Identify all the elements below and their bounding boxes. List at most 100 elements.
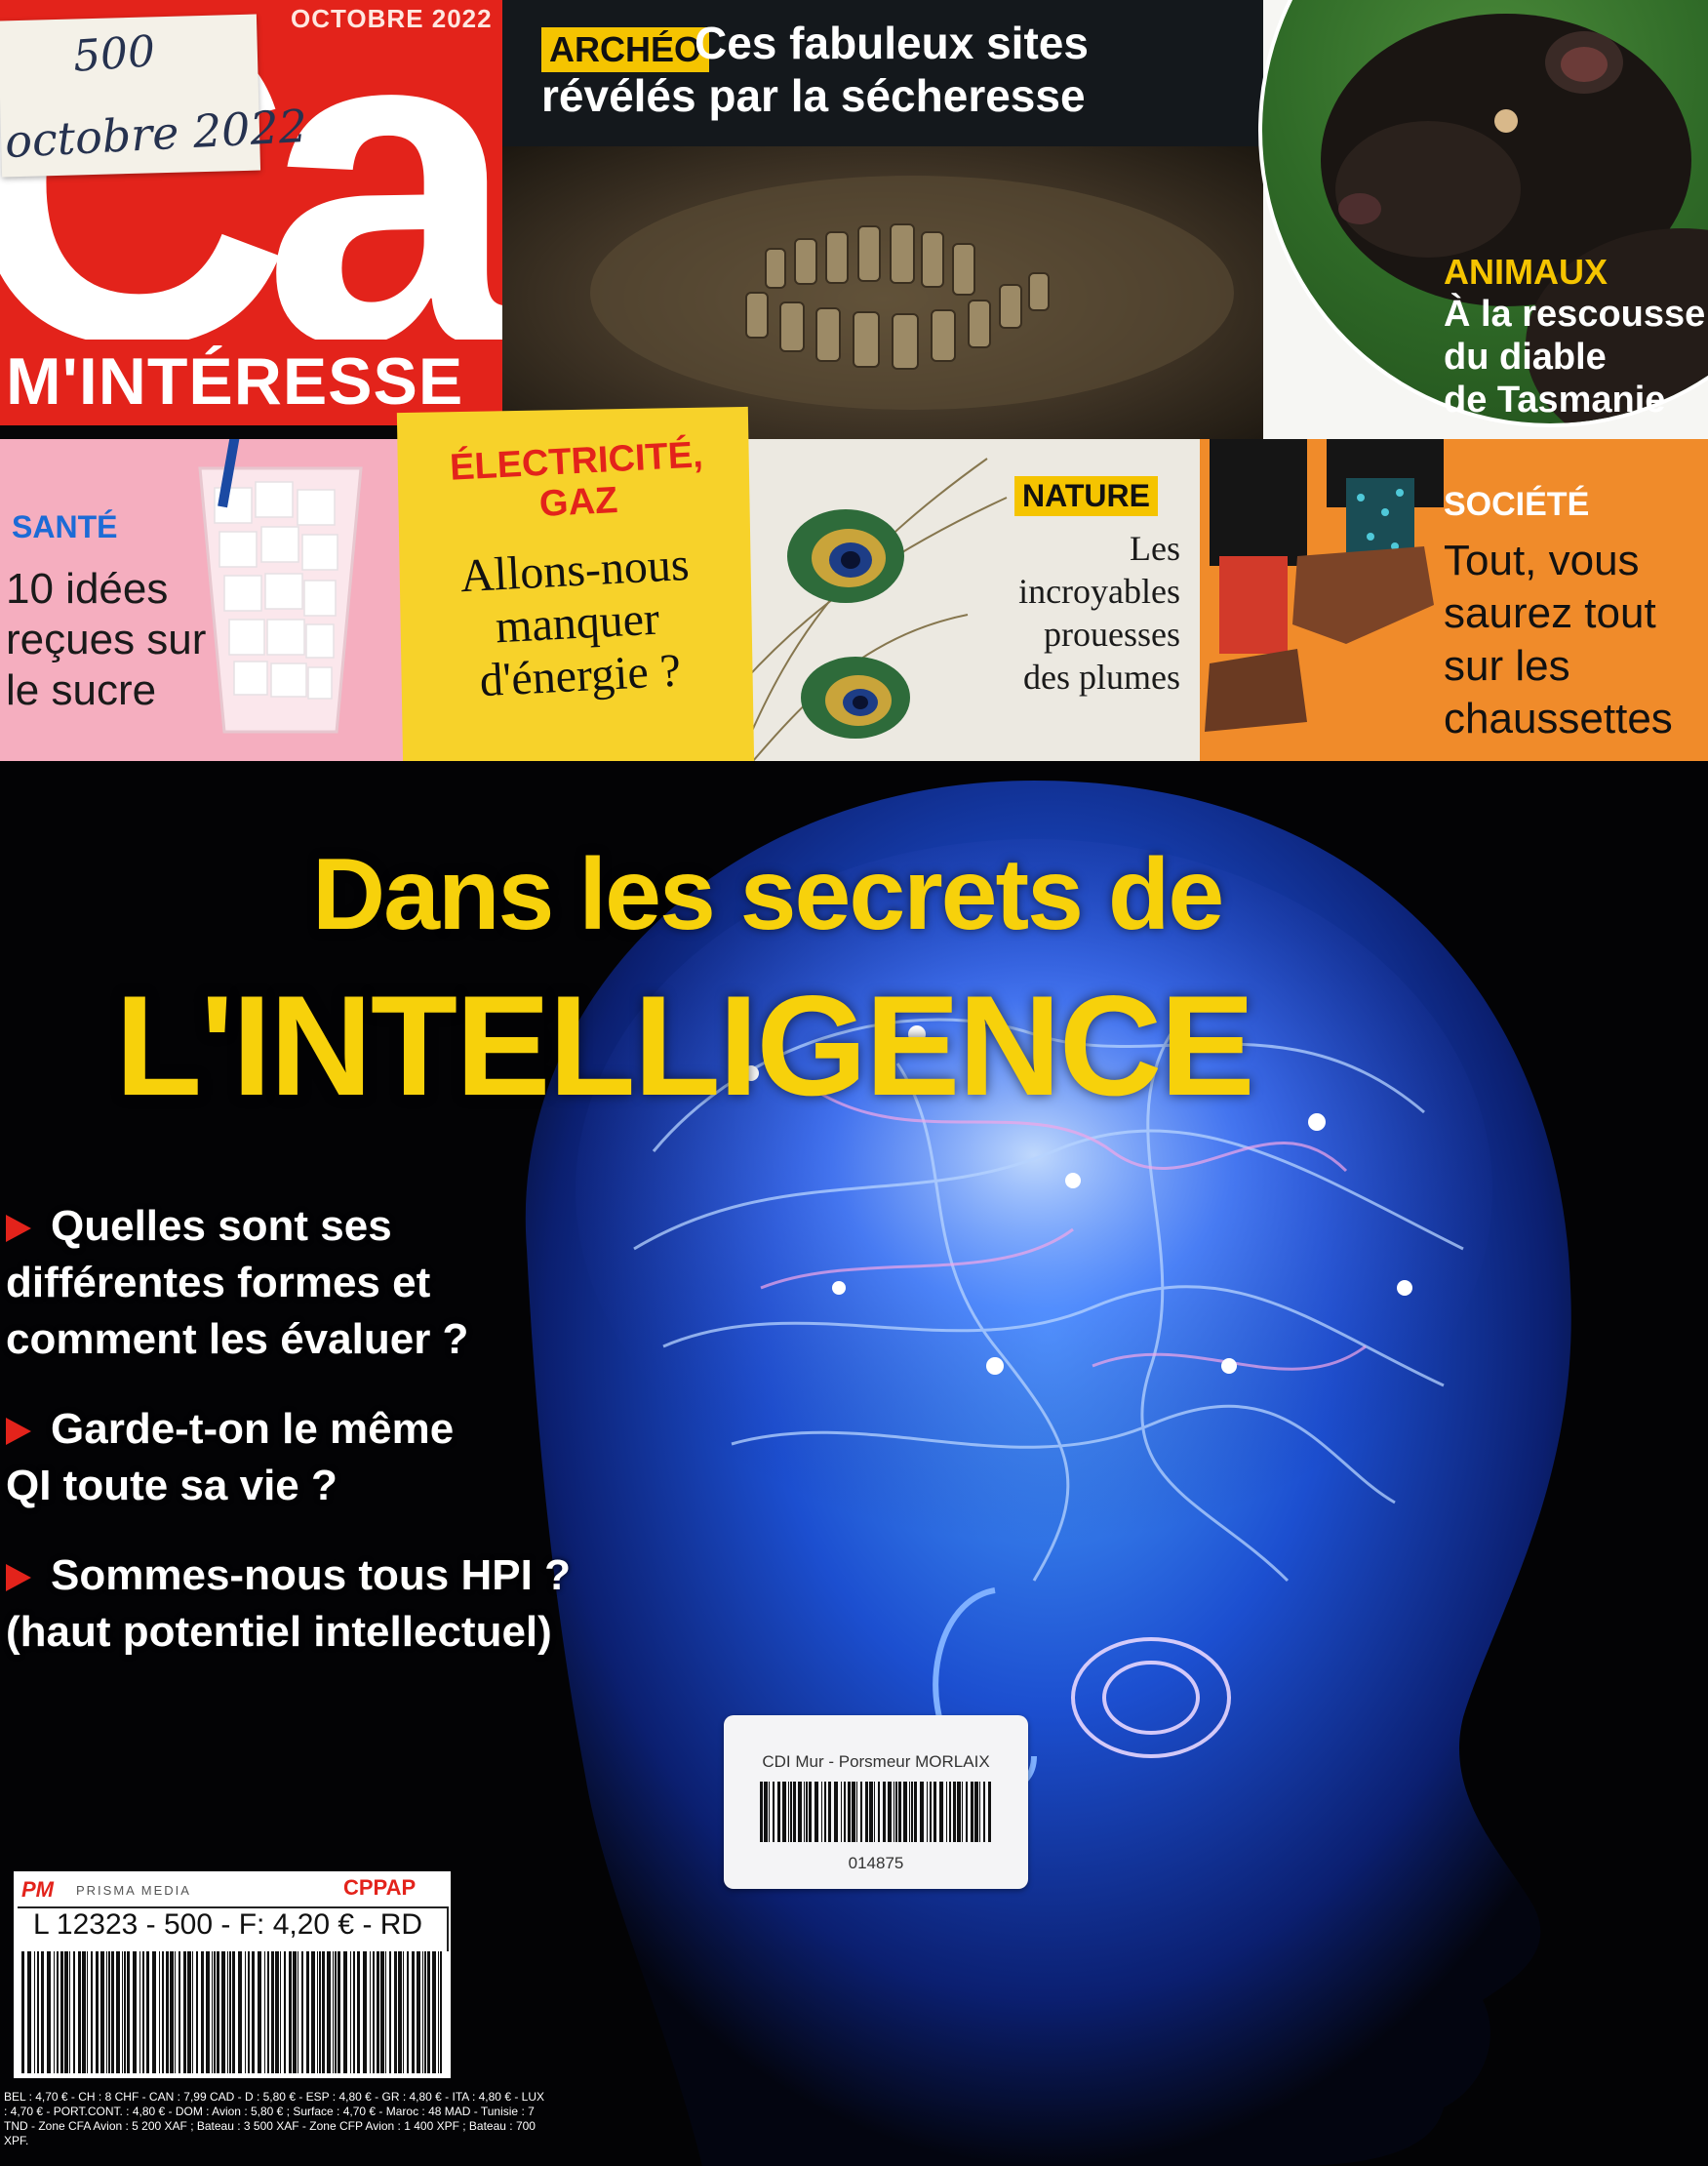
barcode-bar bbox=[422, 1951, 423, 2073]
barcode-bar bbox=[212, 1951, 213, 2073]
barcode-bar bbox=[338, 1951, 340, 2073]
barcode-bar bbox=[957, 1782, 961, 1842]
library-label-title: CDI Mur - Porsmeur MORLAIX bbox=[762, 1752, 990, 1771]
barcode-bar bbox=[275, 1951, 279, 2073]
barcode-bar bbox=[106, 1951, 107, 2073]
barcode-bar bbox=[440, 1951, 442, 2073]
barcode-bar bbox=[350, 1951, 351, 2073]
barcode-bar bbox=[764, 1782, 768, 1842]
barcode-bar bbox=[804, 1782, 805, 1842]
barcode-bar bbox=[57, 1951, 59, 2073]
barcode-bar bbox=[127, 1951, 130, 2073]
barcode-bar bbox=[865, 1782, 868, 1842]
bullet-line: Quelles sont ses bbox=[51, 1202, 392, 1250]
barcode-bar bbox=[319, 1951, 321, 2073]
barcode-bar bbox=[284, 1951, 286, 2073]
barcode-bar bbox=[927, 1782, 928, 1842]
barcode-bar bbox=[874, 1782, 875, 1842]
animaux-line: de Tasmanie bbox=[1444, 380, 1666, 421]
barcode-bar bbox=[403, 1951, 404, 2073]
bullet-line: différentes formes et bbox=[6, 1259, 431, 1306]
barcode-bar bbox=[142, 1951, 144, 2073]
barcode-bar bbox=[264, 1951, 265, 2073]
red-triangle-icon bbox=[6, 1564, 31, 1592]
barcode-bar bbox=[821, 1782, 822, 1842]
barcode-bar bbox=[373, 1951, 375, 2073]
barcode-bar bbox=[327, 1951, 331, 2073]
barcode-bar bbox=[170, 1951, 174, 2073]
barcode-bar bbox=[280, 1951, 281, 2073]
nature-line: des plumes bbox=[1023, 658, 1180, 697]
barcode-bar bbox=[159, 1951, 160, 2073]
barcode-bar bbox=[806, 1782, 808, 1842]
barcode-bar bbox=[385, 1951, 386, 2073]
barcode-bar bbox=[124, 1951, 126, 2073]
cppap-label: CPPAP bbox=[343, 1875, 417, 1900]
barcode-bar bbox=[974, 1782, 978, 1842]
barcode-bar bbox=[293, 1951, 297, 2073]
barcode-bar bbox=[317, 1951, 318, 2073]
barcode-bar bbox=[424, 1951, 426, 2073]
barcode-bar bbox=[844, 1782, 846, 1842]
societe-line: sur les bbox=[1444, 642, 1570, 690]
barcode-bar bbox=[116, 1951, 120, 2073]
barcode-bar bbox=[73, 1951, 75, 2073]
bullet-line: QI toute sa vie ? bbox=[6, 1462, 338, 1509]
barcode-bar bbox=[363, 1951, 367, 2073]
barcode-bar bbox=[407, 1951, 409, 2073]
sante-tag: SANTÉ bbox=[12, 509, 118, 544]
barcode-bar bbox=[91, 1951, 93, 2073]
barcode-bar bbox=[100, 1951, 104, 2073]
barcode-bar bbox=[983, 1782, 985, 1842]
nature-line: Les bbox=[1130, 529, 1180, 568]
societe-line: chaussettes bbox=[1444, 695, 1673, 742]
barcode-bar bbox=[939, 1782, 943, 1842]
barcode-bar bbox=[217, 1951, 219, 2073]
animaux-line: À la rescousse bbox=[1444, 294, 1706, 335]
barcode-bar bbox=[760, 1782, 763, 1842]
barcode-bar bbox=[229, 1951, 231, 2073]
barcode-bar bbox=[271, 1951, 274, 2073]
barcode-bar bbox=[895, 1782, 897, 1842]
barcode-bar bbox=[21, 1951, 24, 2073]
barcode-bar bbox=[78, 1951, 81, 2073]
barcode-bar bbox=[192, 1951, 193, 2073]
barcode-bar bbox=[398, 1951, 402, 2073]
societe-tag: SOCIÉTÉ bbox=[1444, 486, 1590, 523]
barcode-bar bbox=[34, 1951, 35, 2073]
barcode-bar bbox=[175, 1951, 176, 2073]
sante-line: 10 idées bbox=[6, 565, 169, 613]
barcode-bar bbox=[41, 1951, 44, 2073]
barcode-bar bbox=[790, 1782, 792, 1842]
barcode-bar bbox=[930, 1782, 932, 1842]
red-triangle-icon bbox=[6, 1215, 31, 1243]
barcode-bar bbox=[769, 1782, 770, 1842]
publisher-logo: PM bbox=[21, 1877, 54, 1902]
archeo-title-line2: révélés par la sécheresse bbox=[541, 70, 1086, 121]
barcode-bar bbox=[27, 1951, 31, 2073]
barcode-bar bbox=[258, 1951, 261, 2073]
product-barcode bbox=[21, 1951, 442, 2073]
nature-tag: NATURE bbox=[1014, 476, 1158, 516]
barcode-bar bbox=[248, 1951, 250, 2073]
bullet-line: comment les évaluer ? bbox=[6, 1315, 469, 1363]
barcode-bar bbox=[788, 1782, 789, 1842]
nature-text: Les incroyables prouesses des plumes bbox=[956, 527, 1180, 699]
societe-line: Tout, vous bbox=[1444, 537, 1640, 584]
barcode-bar bbox=[856, 1782, 857, 1842]
barcode-bar bbox=[888, 1782, 892, 1842]
barcode-bar bbox=[267, 1951, 269, 2073]
barcode-bar bbox=[252, 1951, 255, 2073]
sante-text: 10 idées reçues sur le sucre bbox=[6, 564, 206, 716]
barcode-bar bbox=[82, 1951, 86, 2073]
red-triangle-icon bbox=[6, 1418, 31, 1446]
logo-subtitle: M'INTÉRESSE bbox=[6, 344, 464, 419]
archeo-tag: ARCHÉO bbox=[541, 27, 710, 72]
barcode-bar bbox=[162, 1951, 164, 2073]
barcode-bar bbox=[333, 1951, 334, 2073]
barcode-bar bbox=[179, 1951, 180, 2073]
barcode-bar bbox=[201, 1951, 204, 2073]
barcode-bar bbox=[834, 1782, 838, 1842]
barcode-bar bbox=[133, 1951, 137, 2073]
barcode-bar bbox=[60, 1951, 63, 2073]
